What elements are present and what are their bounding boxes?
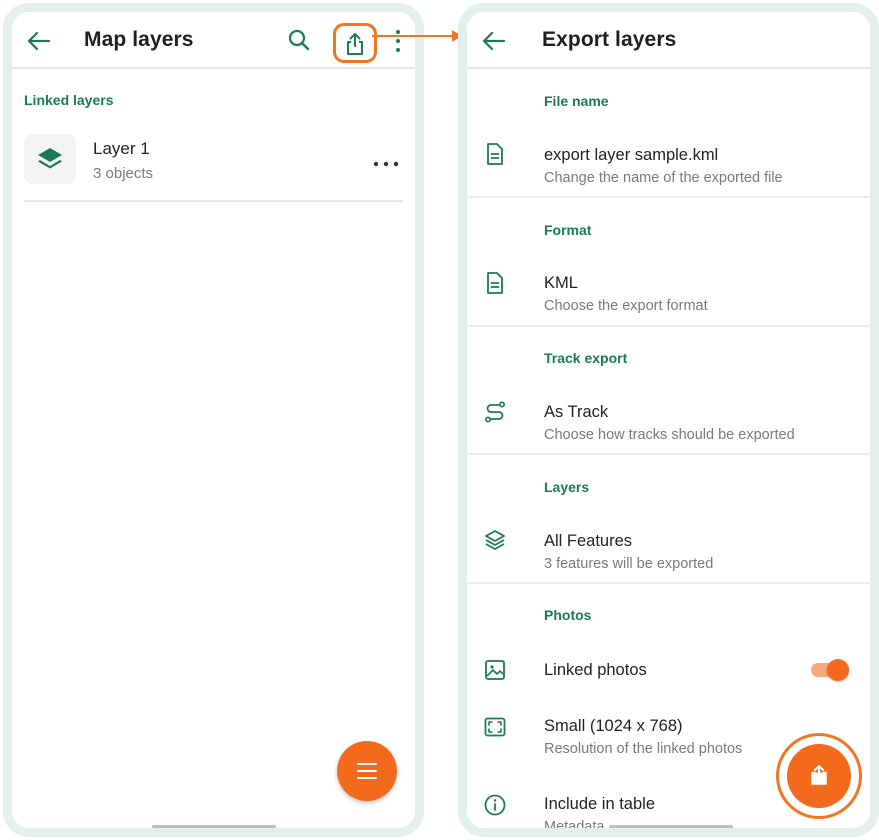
layers-value: All Features — [544, 532, 633, 550]
image-icon — [485, 660, 505, 680]
search-icon[interactable] — [287, 28, 311, 52]
linked-photos-label: Linked photos — [544, 661, 647, 679]
document-icon — [487, 143, 503, 165]
metadata-value: Include in table — [544, 795, 655, 813]
photo-resolution-description: Resolution of the linked photos — [544, 741, 743, 757]
connector-arrow-icon — [372, 30, 462, 42]
export-layers-screen: Export layers File name export layer sam… — [458, 3, 879, 837]
export-fab-button[interactable] — [787, 744, 851, 808]
format-value: KML — [544, 274, 578, 292]
route-icon — [484, 401, 505, 423]
document-icon — [487, 272, 503, 294]
layer-name: Layer 1 — [93, 139, 150, 158]
file-name-setting[interactable]: export layer sample.kml Change the name … — [467, 124, 870, 196]
section-label-format: Format — [544, 222, 592, 238]
gesture-handle — [152, 825, 276, 828]
page-title: Export layers — [542, 28, 677, 51]
export-fab-highlight — [776, 733, 862, 819]
file-name-value: export layer sample.kml — [544, 146, 719, 164]
section-label-photos: Photos — [544, 607, 592, 623]
file-name-description: Change the name of the exported file — [544, 170, 783, 186]
format-description: Choose the export format — [544, 298, 708, 314]
metadata-description: Metadata — [544, 819, 605, 835]
divider — [467, 325, 870, 327]
format-setting[interactable]: KML Choose the export format — [467, 252, 870, 324]
track-export-setting[interactable]: As Track Choose how tracks should be exp… — [467, 381, 870, 453]
back-arrow-icon[interactable] — [481, 28, 507, 54]
back-arrow-icon[interactable] — [26, 28, 52, 54]
layer-thumbnail — [24, 134, 76, 184]
layers-setting[interactable]: All Features 3 features will be exported — [467, 509, 870, 581]
more-horiz-icon[interactable] — [373, 160, 399, 168]
page-title: Map layers — [84, 28, 194, 51]
section-label-linked-layers: Linked layers — [24, 92, 114, 108]
menu-icon — [357, 763, 377, 779]
divider — [467, 582, 870, 584]
layers-icon — [38, 148, 62, 169]
toggle-thumb — [827, 659, 849, 681]
layer-object-count: 3 objects — [93, 165, 154, 182]
section-label-file-name: File name — [544, 93, 609, 109]
app-bar: Export layers — [467, 12, 870, 69]
layers-outline-icon — [485, 530, 505, 550]
share-icon — [811, 765, 827, 785]
layer-list-item[interactable]: Layer 1 3 objects — [24, 130, 403, 202]
section-label-layers: Layers — [544, 479, 590, 495]
linked-photos-toggle[interactable] — [809, 657, 849, 683]
divider — [467, 453, 870, 455]
gesture-handle — [609, 825, 733, 828]
divider — [467, 196, 870, 198]
layers-description: 3 features will be exported — [544, 556, 714, 572]
app-bar: Map layers — [12, 12, 415, 69]
track-export-description: Choose how tracks should be exported — [544, 427, 795, 443]
photo-resolution-value: Small (1024 x 768) — [544, 717, 683, 735]
info-icon — [484, 794, 506, 816]
fullscreen-icon — [484, 717, 506, 737]
share-icon — [347, 33, 363, 55]
section-label-track-export: Track export — [544, 350, 628, 366]
menu-fab-button[interactable] — [337, 741, 397, 801]
map-layers-screen: Map layers Linked layers Layer 1 3 objec… — [3, 3, 424, 837]
share-button[interactable] — [333, 23, 377, 63]
track-export-value: As Track — [544, 403, 609, 421]
